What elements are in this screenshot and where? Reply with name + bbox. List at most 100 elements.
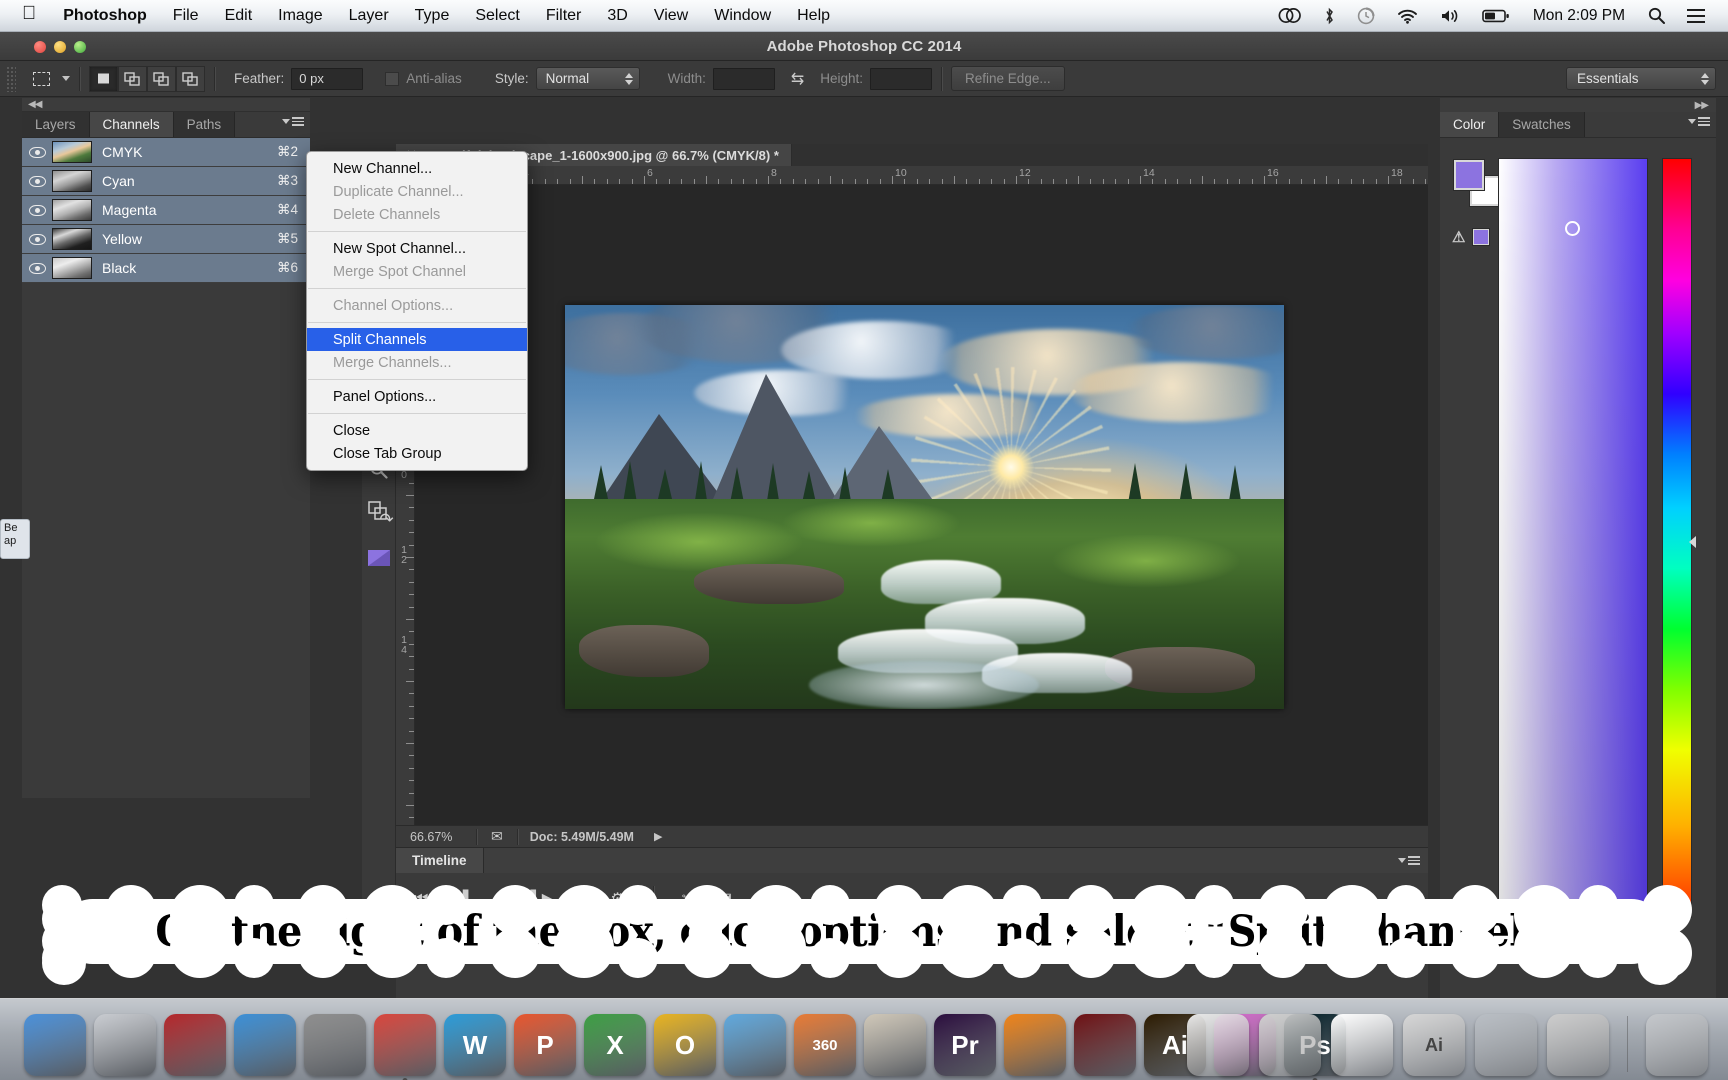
style-select[interactable]: Normal xyxy=(536,67,640,90)
feather-input[interactable]: 0 px xyxy=(291,68,363,90)
hue-slider-marker[interactable] xyxy=(1689,536,1696,548)
refine-edge-button[interactable]: Refine Edge... xyxy=(951,66,1065,91)
menu-item-window[interactable]: Window xyxy=(701,0,784,32)
dock-item-microsoft-powerpoint[interactable]: P xyxy=(514,1014,576,1076)
dock-item-chrome-document[interactable] xyxy=(1547,1014,1609,1076)
share-icon[interactable]: ✉ xyxy=(477,828,517,845)
menu-item-close-tab-group[interactable]: Close Tab Group xyxy=(307,442,527,465)
dock-item-system-preferences[interactable] xyxy=(304,1014,366,1076)
channel-row-cmyk[interactable]: CMYK ⌘2 xyxy=(22,138,310,167)
search-icon[interactable] xyxy=(1637,7,1676,24)
visibility-eye-icon[interactable] xyxy=(22,176,52,187)
zoom-button[interactable] xyxy=(74,41,86,53)
dock-item-illustrator-document[interactable]: Ai xyxy=(1403,1014,1465,1076)
intersect-with-selection-button[interactable] xyxy=(176,66,205,92)
swap-arrows-icon[interactable]: ⇆ xyxy=(791,69,804,89)
visibility-eye-icon[interactable] xyxy=(22,205,52,216)
out-of-gamut-warning[interactable]: ⚠ xyxy=(1452,228,1489,246)
tab-timeline[interactable]: Timeline xyxy=(396,848,484,873)
foreground-color-swatch[interactable] xyxy=(1454,160,1484,190)
rectangular-marquee-tool-icon[interactable] xyxy=(24,65,58,93)
menu-item-help[interactable]: Help xyxy=(784,0,843,32)
visibility-eye-icon[interactable] xyxy=(22,263,52,274)
color-picker-cursor[interactable] xyxy=(1565,221,1580,236)
horizontal-ruler[interactable]: 24681012141618 xyxy=(396,166,1428,185)
panel-menu-icon[interactable] xyxy=(1398,856,1420,865)
gamut-alternate-swatch[interactable] xyxy=(1473,229,1489,245)
dock-item-microsoft-excel[interactable]: X xyxy=(584,1014,646,1076)
menu-item-filter[interactable]: Filter xyxy=(533,0,595,32)
subtract-from-selection-button[interactable] xyxy=(147,66,176,92)
dock-item-photo-booth[interactable] xyxy=(164,1014,226,1076)
menu-item-layer[interactable]: Layer xyxy=(336,0,402,32)
menu-item-image[interactable]: Image xyxy=(265,0,335,32)
tab-layers[interactable]: Layers xyxy=(22,112,90,137)
channel-row-yellow[interactable]: Yellow ⌘5 xyxy=(22,225,310,254)
panel-menu-icon[interactable] xyxy=(1688,117,1710,126)
close-button[interactable] xyxy=(34,41,46,53)
panel-menu-icon[interactable] xyxy=(282,117,304,126)
menu-item-file[interactable]: File xyxy=(160,0,212,32)
dock-item-adobe-acrobat[interactable] xyxy=(1074,1014,1136,1076)
apple-logo-icon[interactable]:  xyxy=(0,4,50,23)
menu-item-3d[interactable]: 3D xyxy=(594,0,640,32)
dock-item-adobe-premiere-pro[interactable]: Pr xyxy=(934,1014,996,1076)
new-selection-button[interactable] xyxy=(89,66,118,92)
tab-color[interactable]: Color xyxy=(1440,112,1499,137)
battery-icon[interactable] xyxy=(1471,9,1521,23)
workspace-selector[interactable]: Essentials xyxy=(1566,67,1716,90)
menu-item-edit[interactable]: Edit xyxy=(212,0,266,32)
list-icon[interactable] xyxy=(1676,9,1716,23)
dock-item-image-capture[interactable] xyxy=(864,1014,926,1076)
menu-item-select[interactable]: Select xyxy=(462,0,532,32)
bluetooth-icon[interactable] xyxy=(1313,7,1346,25)
menu-item-new-spot-channel[interactable]: New Spot Channel... xyxy=(307,237,527,260)
dock-item-white-document[interactable] xyxy=(1331,1014,1393,1076)
dock-item-finder[interactable] xyxy=(24,1014,86,1076)
menu-item-close[interactable]: Close xyxy=(307,419,527,442)
menu-bar-clock[interactable]: Mon 2:09 PM xyxy=(1521,7,1637,25)
add-to-selection-button[interactable] xyxy=(118,66,147,92)
chevron-down-icon[interactable] xyxy=(62,76,70,81)
dock-item-google-chrome[interactable] xyxy=(374,1014,436,1076)
dock-item-launchpad[interactable] xyxy=(94,1014,156,1076)
creative-cloud-icon[interactable] xyxy=(1267,7,1313,24)
dock-item-trash[interactable] xyxy=(1646,1014,1708,1076)
dock-item-keynote[interactable] xyxy=(234,1014,296,1076)
time-machine-icon[interactable] xyxy=(1346,7,1386,25)
tab-channels[interactable]: Channels xyxy=(90,112,174,137)
dock-item-vlc-media-player[interactable] xyxy=(1004,1014,1066,1076)
visibility-eye-icon[interactable] xyxy=(22,234,52,245)
width-input[interactable] xyxy=(713,68,775,90)
options-bar-grip[interactable] xyxy=(6,66,16,92)
menu-item-photoshop[interactable]: Photoshop xyxy=(50,0,160,32)
reset-colors-icon[interactable]: ↷ xyxy=(373,506,401,533)
dock-item-internet-download[interactable] xyxy=(724,1014,786,1076)
menu-item-panel-options[interactable]: Panel Options... xyxy=(307,385,527,408)
document-artwork[interactable] xyxy=(565,305,1284,709)
hue-slider[interactable] xyxy=(1662,158,1692,918)
dock-item-folder-window[interactable] xyxy=(1475,1014,1537,1076)
volume-icon[interactable] xyxy=(1429,8,1471,24)
tab-paths[interactable]: Paths xyxy=(174,112,236,137)
tab-swatches[interactable]: Swatches xyxy=(1499,112,1585,137)
panel-collapse-button[interactable]: ◀◀ xyxy=(22,98,310,112)
dock-item-fusion-360[interactable]: 360 xyxy=(794,1014,856,1076)
channel-row-black[interactable]: Black ⌘6 xyxy=(22,254,310,283)
channel-row-cyan[interactable]: Cyan ⌘3 xyxy=(22,167,310,196)
panel-expand-button[interactable]: ▶▶ xyxy=(1440,98,1716,112)
quick-mask-icon[interactable] xyxy=(365,544,393,571)
anti-alias-checkbox[interactable] xyxy=(385,72,399,86)
dock-item-documents-stack[interactable] xyxy=(1187,1014,1249,1076)
menu-item-view[interactable]: View xyxy=(641,0,701,32)
zoom-level[interactable]: 66.67% xyxy=(396,830,476,844)
wifi-icon[interactable] xyxy=(1386,8,1429,24)
canvas-area[interactable] xyxy=(415,185,1428,825)
visibility-eye-icon[interactable] xyxy=(22,147,52,158)
minimize-button[interactable] xyxy=(54,41,66,53)
menu-item-type[interactable]: Type xyxy=(402,0,463,32)
height-input[interactable] xyxy=(870,68,932,90)
dock-item-microsoft-outlook[interactable]: O xyxy=(654,1014,716,1076)
triangle-right-icon[interactable]: ▶ xyxy=(654,830,662,843)
menu-item-new-channel[interactable]: New Channel... xyxy=(307,157,527,180)
